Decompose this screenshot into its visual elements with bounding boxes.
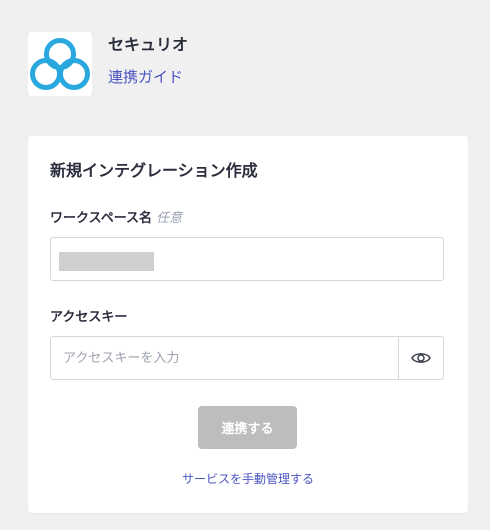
access-key-field bbox=[50, 336, 444, 380]
optional-tag: 任意 bbox=[156, 211, 183, 226]
app-header: セキュリオ 連携ガイド bbox=[28, 32, 188, 96]
eye-icon bbox=[411, 353, 431, 363]
app-meta: セキュリオ 連携ガイド bbox=[108, 32, 188, 87]
integration-form-card: 新規インテグレーション作成 ワークスペース名 任意 アクセスキー 連携する サービ… bbox=[28, 136, 468, 513]
access-key-input[interactable] bbox=[51, 337, 398, 379]
show-key-toggle[interactable] bbox=[398, 337, 443, 379]
app-logo bbox=[28, 32, 92, 96]
access-key-label: アクセスキー bbox=[50, 310, 128, 325]
connect-button[interactable]: 連携する bbox=[198, 406, 297, 449]
redacted-value bbox=[59, 252, 154, 271]
workspace-name-label-text: ワークスペース名 bbox=[50, 211, 153, 226]
integration-guide-link[interactable]: 連携ガイド bbox=[108, 67, 188, 87]
workspace-name-label: ワークスペース名 任意 bbox=[50, 210, 182, 228]
three-circles-logo-icon bbox=[30, 38, 90, 90]
form-title: 新規インテグレーション作成 bbox=[50, 161, 258, 180]
manual-manage-link[interactable]: サービスを手動管理する bbox=[28, 471, 468, 488]
workspace-name-input[interactable] bbox=[50, 237, 444, 281]
app-name: セキュリオ bbox=[108, 35, 189, 54]
